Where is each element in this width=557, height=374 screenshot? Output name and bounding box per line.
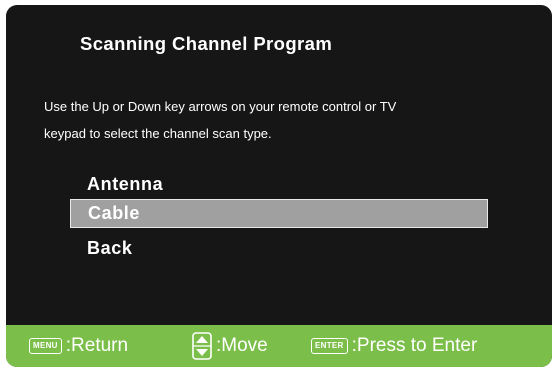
hint-return: MENU :Return bbox=[29, 325, 128, 367]
instruction-line-1: Use the Up or Down key arrows on your re… bbox=[44, 99, 397, 114]
instruction-line-2: keypad to select the channel scan type. bbox=[44, 126, 272, 141]
footer-hint-bar: MENU :Return :Move ENTER :Press to Enter bbox=[6, 325, 552, 367]
return-label: :Return bbox=[65, 335, 129, 356]
channel-scan-dialog: Scanning Channel Program Use the Up or D… bbox=[6, 5, 552, 367]
hint-enter: ENTER :Press to Enter bbox=[311, 325, 477, 367]
enter-label: :Press to Enter bbox=[351, 335, 478, 356]
hint-move: :Move bbox=[192, 325, 268, 367]
enter-key-icon: ENTER bbox=[311, 338, 348, 354]
menu-item-antenna[interactable]: Antenna bbox=[70, 170, 482, 199]
menu-key-icon: MENU bbox=[29, 338, 62, 354]
menu-item-cable[interactable]: Cable bbox=[70, 199, 488, 228]
up-down-arrows-icon bbox=[192, 332, 212, 360]
dialog-title: Scanning Channel Program bbox=[80, 33, 333, 54]
menu-item-back[interactable]: Back bbox=[70, 234, 482, 263]
move-label: :Move bbox=[216, 335, 268, 356]
instructions-text: Use the Up or Down key arrows on your re… bbox=[44, 93, 544, 147]
